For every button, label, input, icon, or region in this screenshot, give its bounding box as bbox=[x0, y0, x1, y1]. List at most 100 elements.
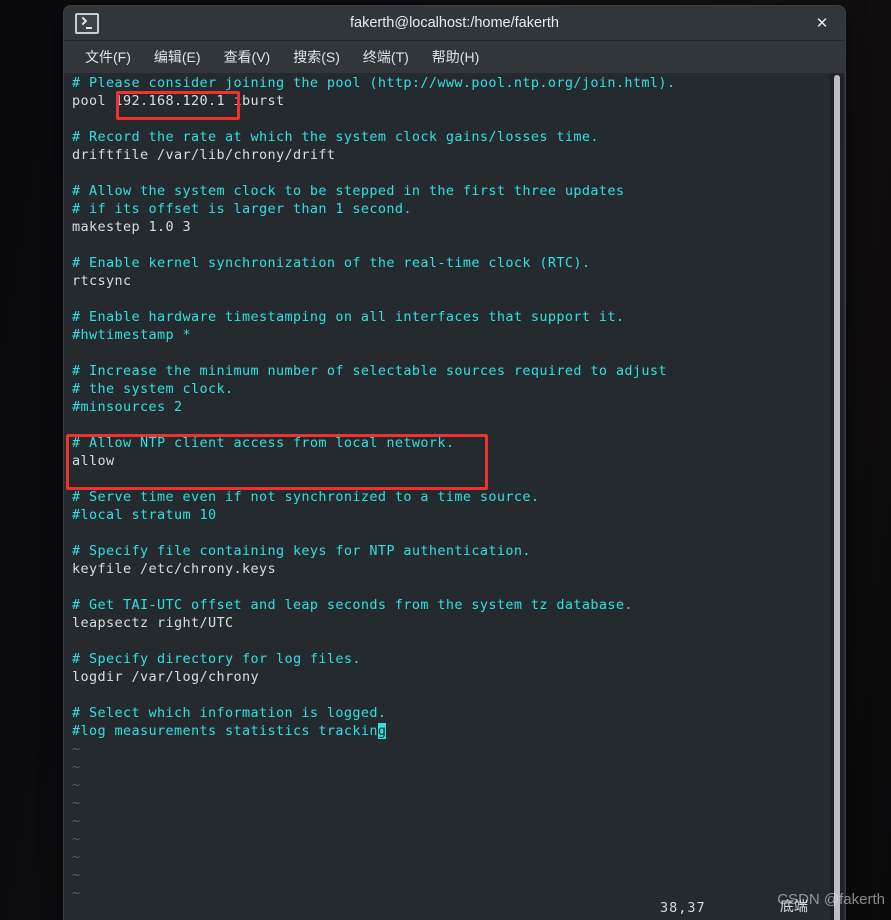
terminal-line: # Select which information is logged. bbox=[72, 704, 827, 722]
terminal-comment: #local stratum 10 bbox=[72, 507, 217, 523]
terminal-comment: # Specify file containing keys for NTP a… bbox=[72, 543, 531, 559]
menubar: 文件(F) 编辑(E) 查看(V) 搜索(S) 终端(T) 帮助(H) bbox=[64, 41, 845, 74]
terminal-comment: # Enable kernel synchronization of the r… bbox=[72, 255, 591, 271]
terminal-scrollbar-thumb[interactable] bbox=[834, 75, 840, 920]
vim-empty-line-marker: ~ bbox=[72, 795, 81, 811]
terminal-line: # Record the rate at which the system cl… bbox=[72, 128, 827, 146]
terminal-line: ~ bbox=[72, 794, 827, 812]
terminal-line: logdir /var/log/chrony bbox=[72, 668, 827, 686]
terminal-window: fakerth@localhost:/home/fakerth ✕ 文件(F) … bbox=[64, 6, 845, 920]
terminal-comment: # Enable hardware timestamping on all in… bbox=[72, 309, 625, 325]
close-icon[interactable]: ✕ bbox=[799, 6, 845, 40]
terminal-line: ~ bbox=[72, 848, 827, 866]
terminal-line: #log measurements statistics tracking bbox=[72, 722, 827, 740]
terminal-line: ~ bbox=[72, 758, 827, 776]
terminal-config-line: pool 192.168.120.1 iburst bbox=[72, 93, 285, 109]
terminal-line: keyfile /etc/chrony.keys bbox=[72, 560, 827, 578]
vim-empty-line-marker: ~ bbox=[72, 777, 81, 793]
terminal-line: driftfile /var/lib/chrony/drift bbox=[72, 146, 827, 164]
terminal-line: # Serve time even if not synchronized to… bbox=[72, 488, 827, 506]
terminal-comment: # Select which information is logged. bbox=[72, 705, 387, 721]
menu-item-terminal[interactable]: 终端(T) bbox=[354, 44, 418, 70]
menu-item-file[interactable]: 文件(F) bbox=[76, 44, 140, 70]
terminal-comment: #minsources 2 bbox=[72, 399, 183, 415]
terminal-line: # Allow NTP client access from local net… bbox=[72, 434, 827, 452]
terminal-line: ~ bbox=[72, 884, 827, 902]
terminal-line: ~ bbox=[72, 740, 827, 758]
vim-empty-line-marker: ~ bbox=[72, 741, 81, 757]
terminal-line: #minsources 2 bbox=[72, 398, 827, 416]
window-title: fakerth@localhost:/home/fakerth bbox=[350, 15, 559, 31]
terminal-line: pool 192.168.120.1 iburst bbox=[72, 92, 827, 110]
terminal-line: # Specify directory for log files. bbox=[72, 650, 827, 668]
terminal-line: ~ bbox=[72, 866, 827, 884]
terminal-comment: # Record the rate at which the system cl… bbox=[72, 129, 599, 145]
terminal-comment: # Please consider joining the pool (http… bbox=[72, 75, 676, 91]
terminal-comment: #log measurements statistics trackin bbox=[72, 723, 378, 739]
menu-item-search[interactable]: 搜索(S) bbox=[284, 44, 349, 70]
terminal-comment: # Allow NTP client access from local net… bbox=[72, 435, 455, 451]
window-titlebar[interactable]: fakerth@localhost:/home/fakerth ✕ bbox=[64, 6, 845, 41]
terminal-line: # Get TAI-UTC offset and leap seconds fr… bbox=[72, 596, 827, 614]
terminal-comment: # the system clock. bbox=[72, 381, 234, 397]
terminal-line: # Enable kernel synchronization of the r… bbox=[72, 254, 827, 272]
terminal-comment: # Allow the system clock to be stepped i… bbox=[72, 183, 625, 199]
terminal-comment: # Serve time even if not synchronized to… bbox=[72, 489, 540, 505]
terminal-body[interactable]: # Please consider joining the pool (http… bbox=[64, 74, 845, 920]
menu-item-help[interactable]: 帮助(H) bbox=[423, 44, 488, 70]
terminal-line: rtcsync bbox=[72, 272, 827, 290]
vim-editor-text: # Please consider joining the pool (http… bbox=[72, 74, 827, 902]
terminal-comment: # Specify directory for log files. bbox=[72, 651, 361, 667]
terminal-line: # the system clock. bbox=[72, 380, 827, 398]
vim-empty-line-marker: ~ bbox=[72, 885, 81, 901]
terminal-line: leapsectz right/UTC bbox=[72, 614, 827, 632]
terminal-config-line: leapsectz right/UTC bbox=[72, 615, 234, 631]
terminal-line: ~ bbox=[72, 812, 827, 830]
vim-status-ruler: 38,37 bbox=[660, 900, 706, 916]
terminal-config-line: keyfile /etc/chrony.keys bbox=[72, 561, 276, 577]
terminal-line: # if its offset is larger than 1 second. bbox=[72, 200, 827, 218]
menu-item-edit[interactable]: 编辑(E) bbox=[145, 44, 210, 70]
terminal-scrollbar[interactable] bbox=[830, 74, 843, 920]
terminal-line: # Enable hardware timestamping on all in… bbox=[72, 308, 827, 326]
terminal-line: ~ bbox=[72, 776, 827, 794]
terminal-icon bbox=[75, 12, 99, 34]
text-cursor: g bbox=[377, 723, 387, 739]
terminal-config-line: driftfile /var/lib/chrony/drift bbox=[72, 147, 336, 163]
menu-item-view[interactable]: 查看(V) bbox=[215, 44, 280, 70]
terminal-line: allow bbox=[72, 452, 827, 470]
terminal-comment: # Increase the minimum number of selecta… bbox=[72, 363, 667, 379]
terminal-comment: #hwtimestamp * bbox=[72, 327, 191, 343]
terminal-line: #hwtimestamp * bbox=[72, 326, 827, 344]
terminal-config-line: rtcsync bbox=[72, 273, 132, 289]
desktop-background: fakerth@localhost:/home/fakerth ✕ 文件(F) … bbox=[0, 0, 891, 920]
terminal-config-line: makestep 1.0 3 bbox=[72, 219, 191, 235]
terminal-line: # Please consider joining the pool (http… bbox=[72, 74, 827, 92]
terminal-config-line: allow bbox=[72, 453, 115, 469]
terminal-line: makestep 1.0 3 bbox=[72, 218, 827, 236]
terminal-line: #local stratum 10 bbox=[72, 506, 827, 524]
watermark: CSDN @fakerth bbox=[777, 891, 885, 908]
terminal-line: # Allow the system clock to be stepped i… bbox=[72, 182, 827, 200]
terminal-comment: # Get TAI-UTC offset and leap seconds fr… bbox=[72, 597, 633, 613]
terminal-comment: # if its offset is larger than 1 second. bbox=[72, 201, 412, 217]
vim-empty-line-marker: ~ bbox=[72, 849, 81, 865]
vim-empty-line-marker: ~ bbox=[72, 831, 81, 847]
terminal-line: # Increase the minimum number of selecta… bbox=[72, 362, 827, 380]
terminal-line: # Specify file containing keys for NTP a… bbox=[72, 542, 827, 560]
vim-empty-line-marker: ~ bbox=[72, 867, 81, 883]
terminal-config-line: logdir /var/log/chrony bbox=[72, 669, 259, 685]
terminal-line: ~ bbox=[72, 830, 827, 848]
vim-empty-line-marker: ~ bbox=[72, 759, 81, 775]
